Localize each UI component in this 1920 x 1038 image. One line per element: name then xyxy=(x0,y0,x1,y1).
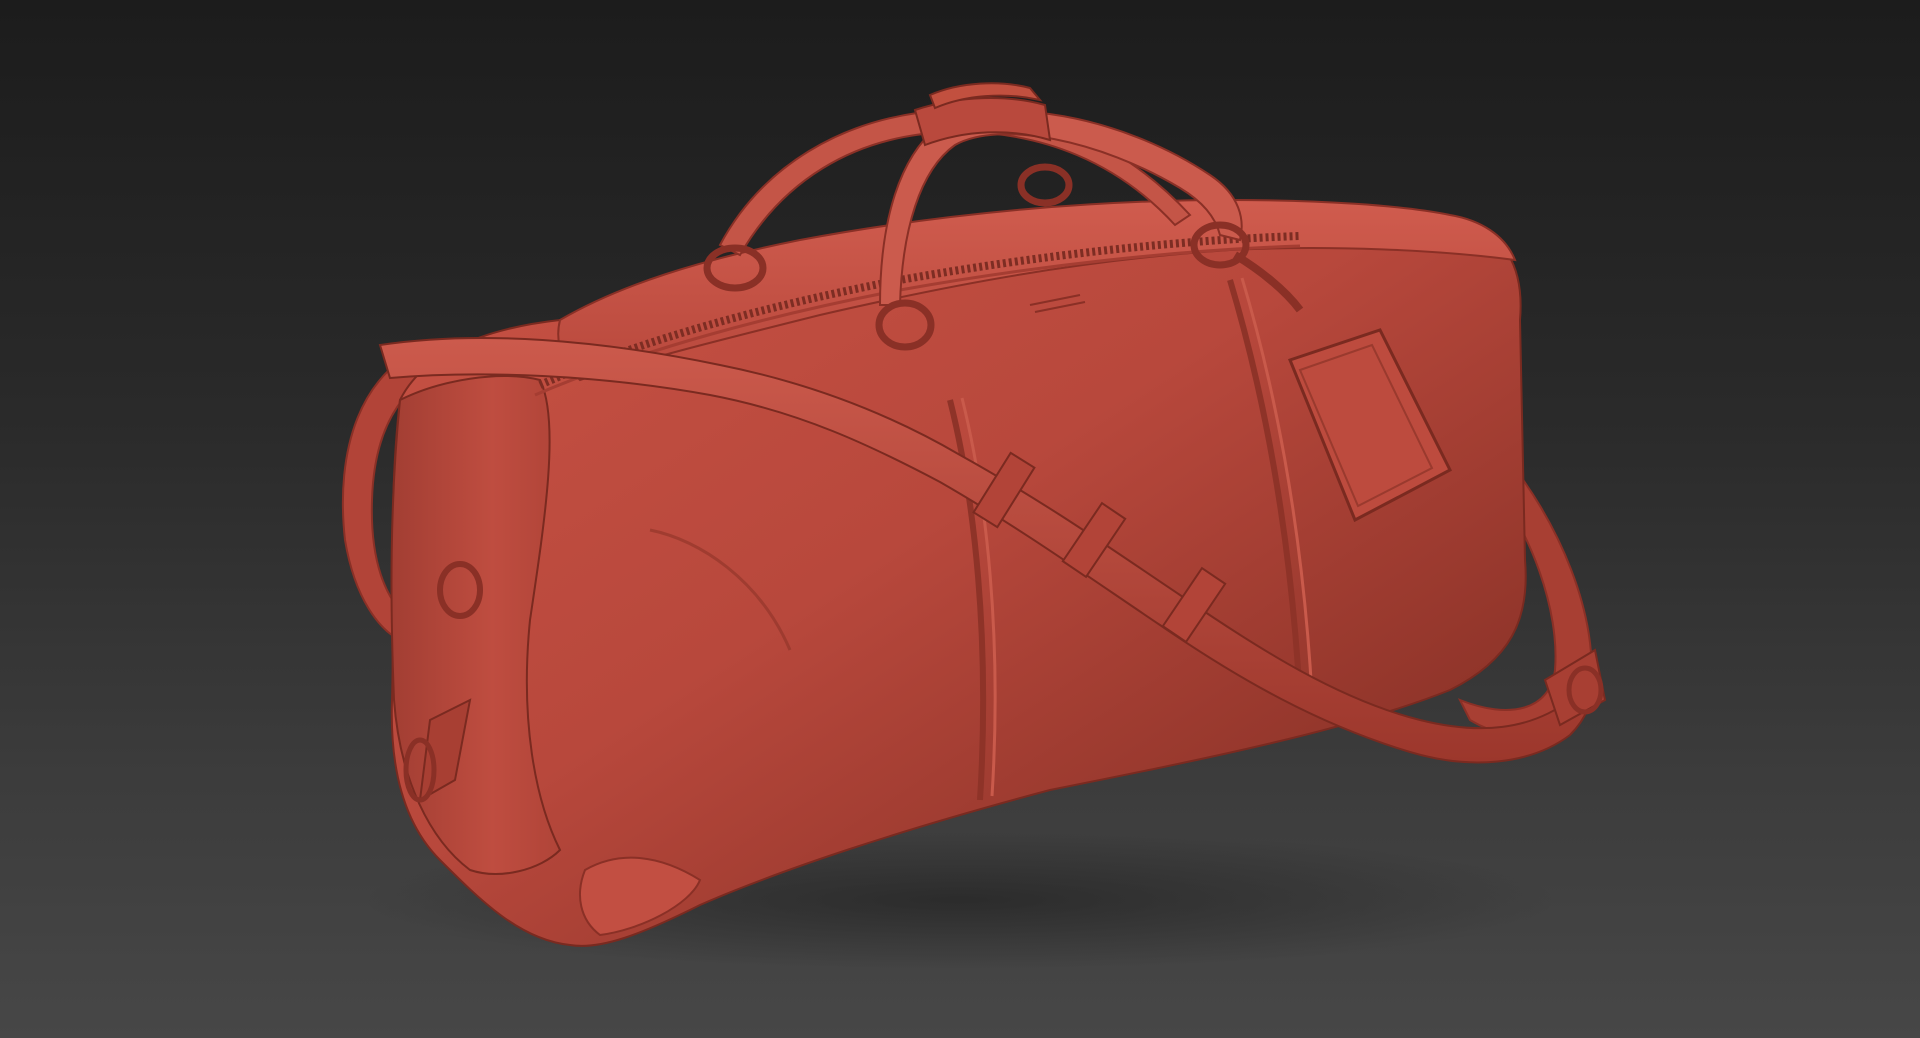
3d-viewport[interactable] xyxy=(0,0,1920,1038)
duffel-bag-model xyxy=(341,82,1607,970)
d-ring-3 xyxy=(1017,163,1073,207)
